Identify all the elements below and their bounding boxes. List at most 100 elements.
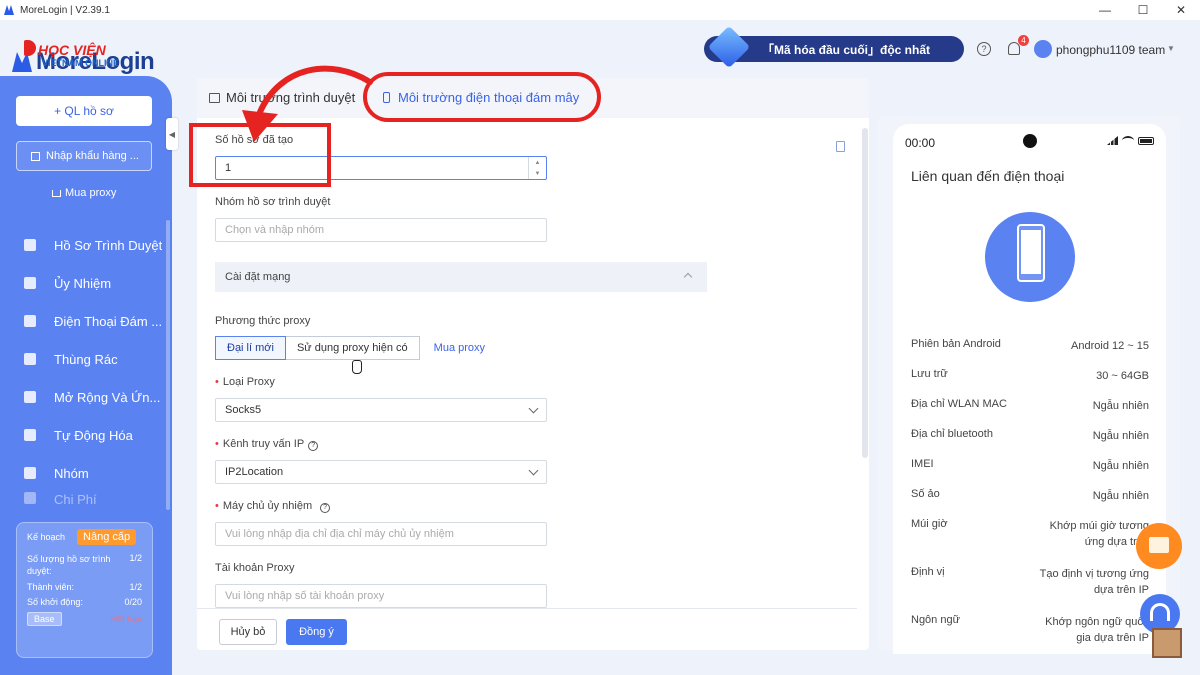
upgrade-button[interactable]: Nâng cấp xyxy=(77,529,137,545)
proxy-icon xyxy=(24,277,36,289)
add-profile-button[interactable]: + QL hồ sơ xyxy=(16,96,152,126)
plan-tier-badge: Base xyxy=(27,612,62,626)
gift-button[interactable] xyxy=(1136,523,1182,569)
proxy-method-label: Phương thức proxy xyxy=(215,315,311,327)
watermark-icon xyxy=(24,40,36,56)
help-icon[interactable]: ? xyxy=(320,502,331,513)
members-value: 1/2 xyxy=(129,582,142,592)
new-proxy-option[interactable]: Đại lí mới xyxy=(215,336,286,360)
browser-icon xyxy=(24,239,36,251)
copy-icon[interactable] xyxy=(836,141,845,152)
annotation-highlight-box xyxy=(189,123,331,187)
phone-preview: 00:00 Liên quan đến điện thoại Phiên bản… xyxy=(893,124,1166,654)
sidebar-item-trash[interactable]: Thùng Rác xyxy=(24,340,172,378)
launches-value: 0/20 xyxy=(124,597,142,607)
smartphone-icon xyxy=(1017,224,1045,282)
chevron-down-icon[interactable]: ▼ xyxy=(1167,44,1175,53)
watermark-title: HỌC VIỆN xyxy=(38,42,106,58)
status-icons xyxy=(1107,136,1154,145)
sidebar-item-cost[interactable]: Chi Phí xyxy=(24,492,172,510)
trash-icon xyxy=(24,353,36,365)
gift-icon xyxy=(1149,537,1169,553)
automation-icon xyxy=(24,429,36,441)
cost-icon xyxy=(24,492,36,504)
help-icon[interactable]: ? xyxy=(977,42,991,56)
phone-icon xyxy=(24,315,36,327)
help-icon[interactable]: ? xyxy=(308,440,319,451)
cancel-button[interactable]: Hủy bỏ xyxy=(219,619,277,645)
app-icon xyxy=(4,5,14,15)
promo-banner[interactable]: 「Mã hóa đầu cuối」độc nhất xyxy=(704,25,964,69)
cart-icon xyxy=(52,189,61,197)
battery-icon xyxy=(1138,137,1154,145)
sidebar-item-label: Thùng Rác xyxy=(54,351,118,367)
notification-badge: 4 xyxy=(1018,35,1029,46)
sidebar-scrollbar[interactable] xyxy=(166,220,170,510)
camera-notch-icon xyxy=(1023,134,1037,148)
network-settings-section[interactable]: Cài đặt mạng xyxy=(215,262,707,292)
sidebar-item-label: Chi Phí xyxy=(54,492,97,507)
import-label: Nhập khẩu hàng ... xyxy=(46,150,139,162)
sidebar-item-groups[interactable]: Nhóm xyxy=(24,454,172,492)
sidebar-item-automation[interactable]: Tự Động Hóa xyxy=(24,416,172,454)
sidebar-nav: Hồ Sơ Trình Duyệt Ủy Nhiệm Điện Thoại Đá… xyxy=(24,226,172,510)
form-scrollbar[interactable] xyxy=(862,128,868,458)
proxy-type-value: Socks5 xyxy=(225,404,262,416)
confirm-button[interactable]: Đồng ý xyxy=(286,619,347,645)
sidebar-item-cloud-phone[interactable]: Điện Thoại Đám ... xyxy=(24,302,172,340)
proxy-host-input[interactable]: Vui lòng nhập địa chỉ địa chỉ máy chủ ủy… xyxy=(215,522,547,546)
minimize-button[interactable]: — xyxy=(1086,0,1124,20)
sidebar-item-extensions[interactable]: Mở Rộng Và Ứn... xyxy=(24,378,172,416)
corner-thumbnail xyxy=(1152,628,1182,658)
group-icon xyxy=(24,467,36,479)
proxy-type-label: • Loại Proxy xyxy=(215,376,275,388)
sidebar-item-browser-profiles[interactable]: Hồ Sơ Trình Duyệt xyxy=(24,226,172,264)
sidebar-item-label: Mở Rộng Và Ứn... xyxy=(54,389,161,405)
profiles-count-value: 1/2 xyxy=(129,553,142,563)
sidebar-item-label: Điện Thoại Đám ... xyxy=(54,313,163,329)
footer-divider xyxy=(197,608,857,609)
maximize-button[interactable]: ☐ xyxy=(1124,0,1162,20)
ip-channel-value: IP2Location xyxy=(225,466,284,478)
signal-icon xyxy=(1107,136,1118,145)
group-select[interactable]: Chọn và nhập nhóm xyxy=(215,218,547,242)
plan-card: Kế hoạch Nâng cấp Số lượng hồ sơ trình d… xyxy=(16,522,153,658)
promo-text: 「Mã hóa đầu cuối」độc nhất xyxy=(762,42,931,57)
stepper-arrows[interactable]: ▲ ▼ xyxy=(528,157,546,179)
profiles-count-label: Số lượng hồ sơ trình duyệt: xyxy=(27,554,111,576)
title-bar: MoreLogin | V2.39.1 — ☐ ✕ xyxy=(0,0,1200,20)
avatar[interactable] xyxy=(1034,40,1052,58)
bell-icon[interactable] xyxy=(1008,42,1020,55)
import-button[interactable]: Nhập khẩu hàng ... xyxy=(16,141,152,171)
collapse-sidebar-button[interactable]: ◀ xyxy=(166,118,178,150)
annotation-highlight-oval xyxy=(363,72,601,122)
sidebar-item-label: Ủy Nhiệm xyxy=(54,275,112,291)
buy-proxy-link[interactable]: Mua proxy xyxy=(52,187,116,199)
buy-proxy-form-link[interactable]: Mua proxy xyxy=(434,342,485,354)
ip-channel-select[interactable]: IP2Location xyxy=(215,460,547,484)
members-label: Thành viên: xyxy=(27,582,75,592)
chevron-down-icon xyxy=(528,465,539,476)
ip-channel-label: • Kênh truy vấn IP? xyxy=(215,438,319,451)
group-label: Nhóm hồ sơ trình duyệt xyxy=(215,196,331,208)
proxy-account-label: Tài khoản Proxy xyxy=(215,562,295,574)
sidebar-item-label: Hồ Sơ Trình Duyệt xyxy=(54,237,163,253)
sidebar-item-label: Tự Động Hóa xyxy=(54,427,133,443)
section-title: Cài đặt mạng xyxy=(225,271,291,283)
pointer-cursor-icon xyxy=(352,360,362,374)
existing-proxy-option[interactable]: Sử dụng proxy hiện có xyxy=(285,336,420,360)
window-title: MoreLogin | V2.39.1 xyxy=(20,4,110,16)
proxy-account-input[interactable]: Vui lòng nhập số tài khoản proxy xyxy=(215,584,547,608)
username[interactable]: phongphu1109 team xyxy=(1056,43,1165,57)
buy-proxy-label: Mua proxy xyxy=(65,187,117,199)
proxy-method-segmented: Đại lí mới Sử dụng proxy hiện có Mua pro… xyxy=(215,336,485,360)
sidebar-item-label: Nhóm xyxy=(54,465,89,481)
proxy-type-select[interactable]: Socks5 xyxy=(215,398,547,422)
close-button[interactable]: ✕ xyxy=(1162,0,1200,20)
puzzle-icon xyxy=(24,391,36,403)
chevron-down-icon xyxy=(528,403,539,414)
cube-icon xyxy=(707,25,751,69)
browser-window-icon xyxy=(209,92,220,103)
sidebar-item-proxy[interactable]: Ủy Nhiệm xyxy=(24,264,172,302)
plan-status: Hết hạn xyxy=(110,614,142,624)
